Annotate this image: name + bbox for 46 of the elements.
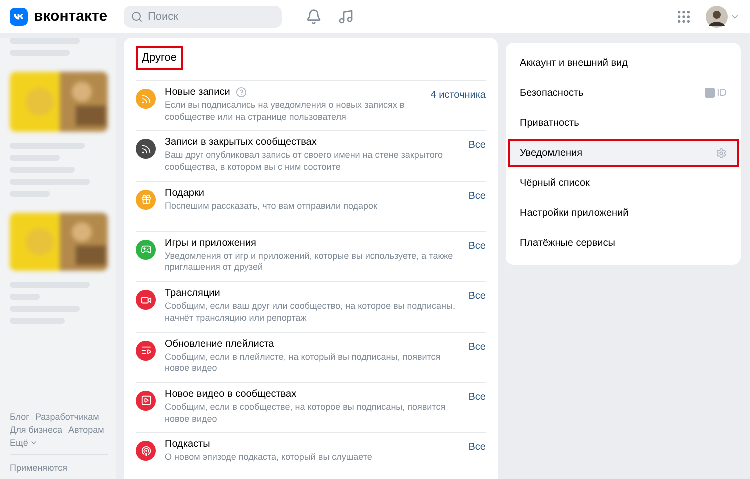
vk-icon: [705, 88, 715, 98]
row-value-link[interactable]: Все: [468, 240, 486, 274]
row-description: Сообщим, если ваш друг или сообщество, на которое вы подписаны, начнёт трансляцию или репортаж: [165, 301, 457, 324]
row-title: Новые записи: [165, 87, 230, 98]
settings-menu-item[interactable]: Приватность: [508, 109, 739, 137]
settings-menu-item[interactable]: Уведомления: [508, 139, 739, 167]
settings-menu-item[interactable]: Безопасность ID: [508, 79, 739, 107]
row-value-link[interactable]: Все: [468, 291, 486, 324]
row-description: Если вы подписались на уведомления о новых записях в сообществе или на странице пользователя: [165, 100, 406, 124]
help-icon[interactable]: [236, 87, 248, 98]
row-title: Новое видео в сообществах: [165, 388, 297, 400]
row-description: Сообщим, если в сообществе, на которое вы подписаны, появится новое видео: [165, 402, 447, 426]
row-title: Подарки: [165, 188, 204, 199]
row-description: Уведомления от игр и приложений, которые вы используете, а также приглашения от друзей: [165, 250, 454, 274]
music-icon[interactable]: [338, 8, 354, 24]
search-field[interactable]: Поиск: [124, 6, 282, 28]
section-title: Другое: [136, 46, 183, 70]
settings-menu-item[interactable]: Чёрный список: [508, 169, 739, 197]
notice-text: Применяются: [10, 454, 108, 473]
row-value-link[interactable]: Все: [468, 140, 486, 174]
logo-icon: [10, 8, 28, 26]
grid-icon[interactable]: [676, 8, 692, 24]
row-title: Обновление плейлиста: [165, 338, 274, 350]
settings-menu-item[interactable]: Платёжные сервисы: [508, 229, 739, 257]
row-value-link[interactable]: 4 источника: [430, 90, 486, 124]
row-description: О новом эпизоде подкаста, который вы слушаете: [165, 452, 374, 464]
settings-menu-item[interactable]: Настройки приложений: [508, 199, 739, 227]
row-value-link[interactable]: Все: [468, 392, 486, 426]
row-description: Сообщим, если в плейлисте, на который вы подписаны, появится новое видео: [165, 352, 442, 375]
avatar[interactable]: [706, 6, 728, 28]
id-label: ID: [717, 88, 727, 98]
row-title: Записи в закрытых сообществах: [165, 137, 317, 148]
row-description: Ваш друг опубликовал запись от своего имени на стене закрытого сообщества, в котором вы с ним состоите: [165, 150, 444, 174]
row-value-link[interactable]: Все: [468, 190, 486, 224]
logo-text: вконтакте: [34, 8, 108, 25]
bell-icon[interactable]: [306, 8, 322, 24]
chevron-icon: [30, 439, 38, 447]
settings-menu-item[interactable]: Аккаунт и внешний вид: [508, 49, 739, 77]
settings-icon: [716, 148, 727, 158]
row-title: Подкасты: [165, 439, 210, 450]
search-icon: [131, 10, 143, 22]
row-value-link[interactable]: Все: [468, 442, 486, 476]
row-title: Игры и приложения: [165, 238, 256, 249]
row-value-link[interactable]: Все: [468, 342, 486, 375]
row-title: Трансляции: [165, 288, 220, 300]
row-description: Поспешим рассказать, что вам отправили подарок: [165, 200, 378, 212]
